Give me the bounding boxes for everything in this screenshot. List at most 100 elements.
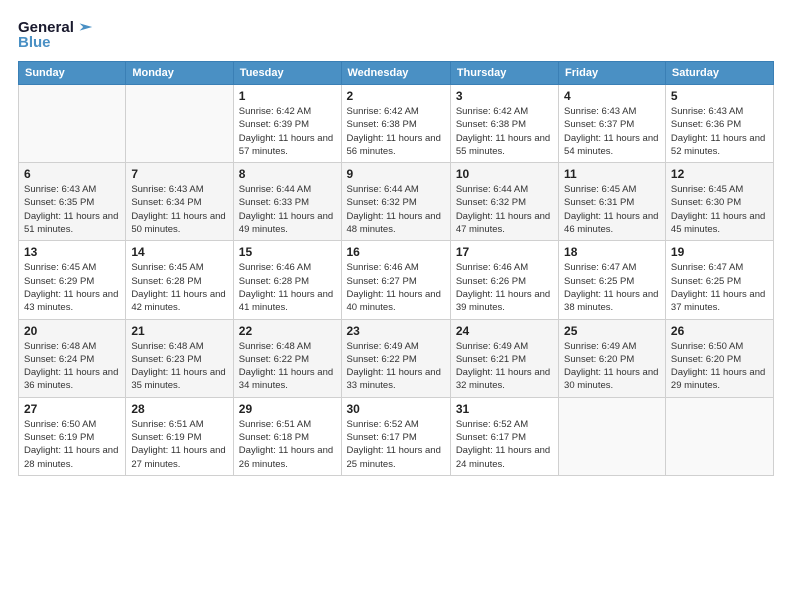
weekday-header-sunday: Sunday (19, 62, 126, 85)
weekday-header-wednesday: Wednesday (341, 62, 450, 85)
calendar-cell: 15 Sunrise: 6:46 AM Sunset: 6:28 PM Dayli… (233, 241, 341, 319)
calendar-cell: 6 Sunrise: 6:43 AM Sunset: 6:35 PM Daylig… (19, 163, 126, 241)
calendar-cell: 12 Sunrise: 6:45 AM Sunset: 6:30 PM Dayli… (665, 163, 773, 241)
day-info: Sunrise: 6:42 AM Sunset: 6:38 PM Dayligh… (456, 105, 553, 158)
logo-text-block: General Blue (18, 18, 94, 51)
calendar-cell: 25 Sunrise: 6:49 AM Sunset: 6:20 PM Dayli… (559, 319, 666, 397)
calendar-cell: 26 Sunrise: 6:50 AM Sunset: 6:20 PM Dayli… (665, 319, 773, 397)
calendar-cell: 14Sunrise: 6:45 AM Sunset: 6:28 PM Dayli… (126, 241, 233, 319)
day-number: 12 (671, 167, 768, 181)
day-info: Sunrise: 6:44 AM Sunset: 6:33 PM Dayligh… (239, 183, 336, 236)
calendar-cell (126, 85, 233, 163)
day-info: Sunrise: 6:46 AM Sunset: 6:28 PM Dayligh… (239, 261, 336, 314)
day-number: 4 (564, 89, 660, 103)
calendar-cell: 21 Sunrise: 6:48 AM Sunset: 6:23 PM Dayli… (126, 319, 233, 397)
day-info: Sunrise: 6:52 AM Sunset: 6:17 PM Dayligh… (456, 418, 553, 471)
calendar-cell: 19 Sunrise: 6:47 AM Sunset: 6:25 PM Dayli… (665, 241, 773, 319)
calendar-cell: 17Sunrise: 6:46 AM Sunset: 6:26 PM Dayli… (450, 241, 558, 319)
week-row-3: 13 Sunrise: 6:45 AM Sunset: 6:29 PM Dayli… (19, 241, 774, 319)
logo-general: General (18, 19, 74, 36)
day-number: 16 (347, 245, 445, 259)
weekday-header-saturday: Saturday (665, 62, 773, 85)
day-number: 21 (131, 324, 227, 338)
day-number: 25 (564, 324, 660, 338)
day-info: Sunrise: 6:46 AM Sunset: 6:26 PM Dayligh… (456, 261, 553, 314)
logo: General Blue (18, 18, 94, 51)
calendar-cell (19, 85, 126, 163)
calendar-cell: 9 Sunrise: 6:44 AM Sunset: 6:32 PM Daylig… (341, 163, 450, 241)
day-info: Sunrise: 6:45 AM Sunset: 6:30 PM Dayligh… (671, 183, 768, 236)
day-number: 8 (239, 167, 336, 181)
calendar-cell: 4 Sunrise: 6:43 AM Sunset: 6:37 PM Daylig… (559, 85, 666, 163)
calendar-cell: 24 Sunrise: 6:49 AM Sunset: 6:21 PM Dayli… (450, 319, 558, 397)
day-number: 2 (347, 89, 445, 103)
day-info: Sunrise: 6:43 AM Sunset: 6:35 PM Dayligh… (24, 183, 120, 236)
weekday-header-thursday: Thursday (450, 62, 558, 85)
day-number: 23 (347, 324, 445, 338)
day-info: Sunrise: 6:50 AM Sunset: 6:20 PM Dayligh… (671, 340, 768, 393)
calendar-cell: 16Sunrise: 6:46 AM Sunset: 6:27 PM Dayli… (341, 241, 450, 319)
weekday-header-friday: Friday (559, 62, 666, 85)
day-info: Sunrise: 6:49 AM Sunset: 6:22 PM Dayligh… (347, 340, 445, 393)
calendar-cell: 22 Sunrise: 6:48 AM Sunset: 6:22 PM Dayli… (233, 319, 341, 397)
calendar-table: SundayMondayTuesdayWednesdayThursdayFrid… (18, 61, 774, 476)
calendar-cell: 20 Sunrise: 6:48 AM Sunset: 6:24 PM Dayli… (19, 319, 126, 397)
day-info: Sunrise: 6:43 AM Sunset: 6:36 PM Dayligh… (671, 105, 768, 158)
calendar-cell: 10Sunrise: 6:44 AM Sunset: 6:32 PM Dayli… (450, 163, 558, 241)
day-info: Sunrise: 6:50 AM Sunset: 6:19 PM Dayligh… (24, 418, 120, 471)
calendar-cell: 5 Sunrise: 6:43 AM Sunset: 6:36 PM Daylig… (665, 85, 773, 163)
day-info: Sunrise: 6:47 AM Sunset: 6:25 PM Dayligh… (564, 261, 660, 314)
day-number: 24 (456, 324, 553, 338)
calendar-cell: 3Sunrise: 6:42 AM Sunset: 6:38 PM Daylig… (450, 85, 558, 163)
day-info: Sunrise: 6:42 AM Sunset: 6:38 PM Dayligh… (347, 105, 445, 158)
day-number: 20 (24, 324, 120, 338)
day-info: Sunrise: 6:45 AM Sunset: 6:31 PM Dayligh… (564, 183, 660, 236)
calendar-cell: 28Sunrise: 6:51 AM Sunset: 6:19 PM Dayli… (126, 397, 233, 475)
day-number: 29 (239, 402, 336, 416)
day-number: 11 (564, 167, 660, 181)
day-info: Sunrise: 6:52 AM Sunset: 6:17 PM Dayligh… (347, 418, 445, 471)
calendar-cell: 2 Sunrise: 6:42 AM Sunset: 6:38 PM Daylig… (341, 85, 450, 163)
calendar-body: 1 Sunrise: 6:42 AM Sunset: 6:39 PM Daylig… (19, 85, 774, 476)
day-number: 19 (671, 245, 768, 259)
day-info: Sunrise: 6:42 AM Sunset: 6:39 PM Dayligh… (239, 105, 336, 158)
day-number: 28 (131, 402, 227, 416)
day-info: Sunrise: 6:48 AM Sunset: 6:23 PM Dayligh… (131, 340, 227, 393)
day-info: Sunrise: 6:43 AM Sunset: 6:37 PM Dayligh… (564, 105, 660, 158)
header: General Blue (18, 18, 774, 51)
day-number: 15 (239, 245, 336, 259)
calendar-cell: 31Sunrise: 6:52 AM Sunset: 6:17 PM Dayli… (450, 397, 558, 475)
calendar-cell: 8 Sunrise: 6:44 AM Sunset: 6:33 PM Daylig… (233, 163, 341, 241)
day-info: Sunrise: 6:49 AM Sunset: 6:21 PM Dayligh… (456, 340, 553, 393)
day-number: 5 (671, 89, 768, 103)
day-number: 13 (24, 245, 120, 259)
day-number: 9 (347, 167, 445, 181)
calendar-cell (559, 397, 666, 475)
day-number: 30 (347, 402, 445, 416)
calendar-cell: 29 Sunrise: 6:51 AM Sunset: 6:18 PM Dayli… (233, 397, 341, 475)
weekday-header-tuesday: Tuesday (233, 62, 341, 85)
day-info: Sunrise: 6:48 AM Sunset: 6:24 PM Dayligh… (24, 340, 120, 393)
day-info: Sunrise: 6:47 AM Sunset: 6:25 PM Dayligh… (671, 261, 768, 314)
day-info: Sunrise: 6:45 AM Sunset: 6:28 PM Dayligh… (131, 261, 227, 314)
day-number: 18 (564, 245, 660, 259)
calendar-cell: 18 Sunrise: 6:47 AM Sunset: 6:25 PM Dayli… (559, 241, 666, 319)
day-info: Sunrise: 6:44 AM Sunset: 6:32 PM Dayligh… (347, 183, 445, 236)
calendar-cell: 30 Sunrise: 6:52 AM Sunset: 6:17 PM Dayli… (341, 397, 450, 475)
week-row-1: 1 Sunrise: 6:42 AM Sunset: 6:39 PM Daylig… (19, 85, 774, 163)
day-number: 1 (239, 89, 336, 103)
day-info: Sunrise: 6:49 AM Sunset: 6:20 PM Dayligh… (564, 340, 660, 393)
day-number: 6 (24, 167, 120, 181)
day-info: Sunrise: 6:51 AM Sunset: 6:18 PM Dayligh… (239, 418, 336, 471)
day-number: 10 (456, 167, 553, 181)
weekday-row: SundayMondayTuesdayWednesdayThursdayFrid… (19, 62, 774, 85)
day-info: Sunrise: 6:48 AM Sunset: 6:22 PM Dayligh… (239, 340, 336, 393)
calendar-cell: 7Sunrise: 6:43 AM Sunset: 6:34 PM Daylig… (126, 163, 233, 241)
day-number: 26 (671, 324, 768, 338)
day-info: Sunrise: 6:45 AM Sunset: 6:29 PM Dayligh… (24, 261, 120, 314)
calendar-cell: 13 Sunrise: 6:45 AM Sunset: 6:29 PM Dayli… (19, 241, 126, 319)
calendar-cell: 11 Sunrise: 6:45 AM Sunset: 6:31 PM Dayli… (559, 163, 666, 241)
day-info: Sunrise: 6:43 AM Sunset: 6:34 PM Dayligh… (131, 183, 227, 236)
calendar-cell (665, 397, 773, 475)
day-number: 22 (239, 324, 336, 338)
